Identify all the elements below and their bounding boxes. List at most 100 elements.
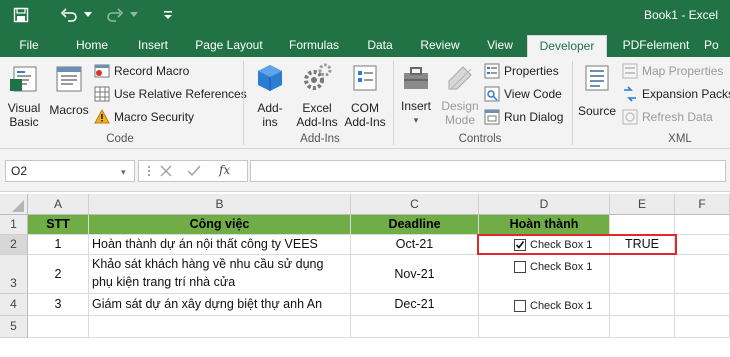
cell-b5[interactable] <box>89 316 351 338</box>
add-ins-button[interactable]: Add-ins <box>250 63 290 129</box>
check-box-3[interactable]: Check Box 1 <box>514 300 592 312</box>
tab-data[interactable]: Data <box>356 35 404 57</box>
undo-dropdown-icon[interactable] <box>82 5 94 25</box>
source-button[interactable]: Source <box>576 63 618 118</box>
insert-control-button[interactable]: Insert ▾ <box>397 63 435 127</box>
cell-f1[interactable] <box>675 215 730 235</box>
macros-button[interactable]: Macros <box>46 63 92 117</box>
formula-input[interactable] <box>250 160 726 182</box>
column-header-a[interactable]: A <box>28 194 89 215</box>
refresh-data-button[interactable]: Refresh Data <box>622 107 713 127</box>
redo-dropdown-icon[interactable] <box>128 5 140 25</box>
column-header-f[interactable]: F <box>675 194 730 215</box>
run-dialog-button[interactable]: Run Dialog <box>484 107 563 127</box>
row-header-4[interactable]: 4 <box>0 294 28 316</box>
use-relative-references-button[interactable]: Use Relative References <box>94 84 247 104</box>
tab-pdfelement[interactable]: PDFelement <box>614 35 698 57</box>
column-header-c[interactable]: C <box>351 194 479 215</box>
com-add-ins-icon <box>353 65 377 91</box>
cell-f4[interactable] <box>675 294 730 316</box>
group-label-add-ins: Add-Ins <box>300 133 340 145</box>
record-macro-button[interactable]: Record Macro <box>94 61 189 81</box>
map-properties-label: Map Properties <box>642 64 724 78</box>
column-header-b[interactable]: B <box>89 194 351 215</box>
run-dialog-icon <box>484 109 500 125</box>
cell-task[interactable]: Khảo sát khách hàng về nhu cầu sử dụng p… <box>89 255 351 294</box>
relative-references-icon <box>94 86 110 102</box>
cell-task-line-1: Khảo sát khách hàng về nhu cầu sử dụng <box>92 257 324 271</box>
cell-stt[interactable]: 1 <box>28 235 89 255</box>
view-code-button[interactable]: View Code <box>484 84 562 104</box>
com-add-ins-button[interactable]: COM Add-Ins <box>343 63 387 129</box>
cell-deadline[interactable]: Dec-21 <box>351 294 479 316</box>
cell-f5[interactable] <box>675 316 730 338</box>
cancel-icon[interactable] <box>159 164 173 181</box>
group-divider <box>243 61 244 145</box>
save-icon[interactable] <box>10 5 32 25</box>
tab-view[interactable]: View <box>476 35 524 57</box>
cell-d5[interactable] <box>479 316 610 338</box>
row-header-2[interactable]: 2 <box>0 235 28 255</box>
cell-f3[interactable] <box>675 255 730 294</box>
tab-insert[interactable]: Insert <box>126 35 180 57</box>
visual-basic-label: Visual Basic <box>7 101 41 129</box>
insert-function-icon[interactable]: fx <box>219 163 230 177</box>
macro-security-button[interactable]: Macro Security <box>94 107 194 127</box>
cell-task[interactable]: Hoàn thành dự án nội thất công ty VEES <box>89 235 351 255</box>
view-code-icon <box>484 86 500 102</box>
column-header-e[interactable]: E <box>610 194 675 215</box>
row-header-3[interactable]: 3 <box>0 255 28 294</box>
cell-deadline[interactable]: Oct-21 <box>351 235 479 255</box>
refresh-data-label: Refresh Data <box>642 110 713 124</box>
tab-file[interactable]: File <box>10 35 48 57</box>
ribbon-tabs: File Home Insert Page Layout Formulas Da… <box>0 31 730 58</box>
customize-toolbar-icon[interactable] <box>160 5 176 25</box>
cell-task[interactable]: Giám sát dự án xây dựng biệt thự anh An <box>89 294 351 316</box>
cell-stt[interactable]: 3 <box>28 294 89 316</box>
properties-button[interactable]: Properties <box>484 61 559 81</box>
name-box[interactable]: O2 <box>5 160 135 182</box>
header-cell-deadline[interactable]: Deadline <box>351 215 479 235</box>
map-properties-button[interactable]: Map Properties <box>622 61 723 81</box>
cell-deadline[interactable]: Nov-21 <box>351 255 479 294</box>
cell-e3[interactable] <box>610 255 675 294</box>
cell-f2[interactable] <box>675 235 730 255</box>
cell-e5[interactable] <box>610 316 675 338</box>
header-cell-cong-viec[interactable]: Công việc <box>89 215 351 235</box>
check-box-label: Check Box 1 <box>530 300 593 312</box>
tab-developer[interactable]: Developer <box>527 35 607 58</box>
cell-stt[interactable]: 2 <box>28 255 89 294</box>
cell-c5[interactable] <box>351 316 479 338</box>
visual-basic-button[interactable]: Visual Basic <box>2 63 46 129</box>
cell-result[interactable]: TRUE <box>610 235 675 255</box>
undo-icon[interactable] <box>58 5 80 25</box>
tab-power[interactable]: Po <box>704 35 730 57</box>
row-header-5[interactable]: 5 <box>0 316 28 338</box>
tab-review[interactable]: Review <box>412 35 468 57</box>
design-mode-icon <box>448 66 472 90</box>
cell-e4[interactable] <box>610 294 675 316</box>
row-header-1[interactable]: 1 <box>0 215 28 235</box>
header-cell-stt[interactable]: STT <box>28 215 89 235</box>
select-all-button[interactable] <box>0 194 28 215</box>
tab-home[interactable]: Home <box>66 35 118 57</box>
expansion-packs-icon <box>624 86 636 102</box>
tab-page-layout[interactable]: Page Layout <box>186 35 272 57</box>
redo-icon[interactable] <box>104 5 126 25</box>
add-ins-icon <box>258 65 282 91</box>
cell-e1[interactable] <box>610 215 675 235</box>
column-header-d[interactable]: D <box>479 194 610 215</box>
enter-icon[interactable] <box>187 164 201 181</box>
excel-add-ins-button[interactable]: Excel Add-Ins <box>292 63 342 129</box>
check-box-1[interactable]: Check Box 1 <box>514 239 592 251</box>
check-box-2[interactable]: Check Box 1 <box>514 261 592 273</box>
tab-formulas[interactable]: Formulas <box>280 35 348 57</box>
view-code-label: View Code <box>504 87 562 101</box>
name-box-dropdown-icon[interactable]: ▾ <box>121 167 126 178</box>
header-cell-hoan-thanh[interactable]: Hoàn thành <box>479 215 610 235</box>
cell-a5[interactable] <box>28 316 89 338</box>
expansion-packs-button[interactable]: Expansion Packs <box>622 84 730 104</box>
com-add-ins-label: COM Add-Ins <box>344 101 386 129</box>
design-mode-button[interactable]: Design Mode <box>438 63 482 127</box>
add-ins-label: Add-ins <box>257 101 283 129</box>
